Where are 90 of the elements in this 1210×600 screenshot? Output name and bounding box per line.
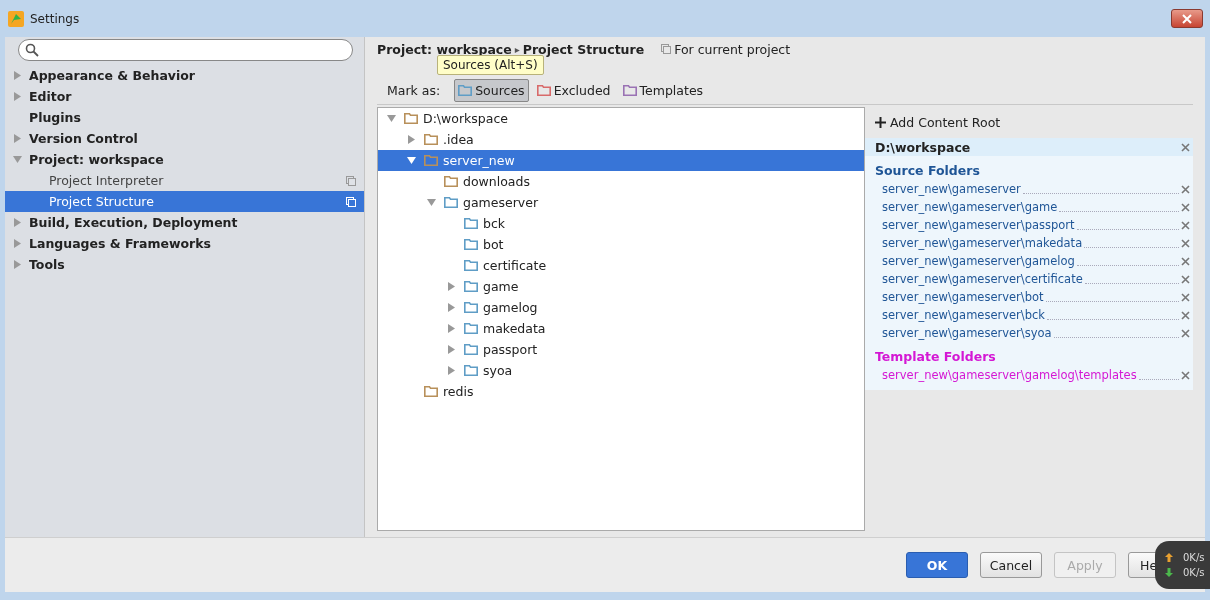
folder-path: server_new\gameserver\bot — [882, 290, 1044, 304]
content-root-path: D:\workspace — [875, 139, 971, 155]
download-arrow-icon — [1165, 568, 1173, 577]
breadcrumb-separator: ▸ — [514, 43, 520, 55]
sidebar-item[interactable]: Project Interpreter — [5, 170, 364, 191]
close-icon[interactable] — [1181, 274, 1190, 284]
app-logo-icon — [8, 10, 24, 27]
project-scope-icon — [661, 44, 672, 54]
scope-label: For current project — [674, 41, 791, 57]
tree-row[interactable]: gamelog — [378, 297, 864, 318]
close-icon[interactable] — [1181, 328, 1190, 338]
tree-row[interactable]: bot — [378, 234, 864, 255]
folder-group-title: Source Folders — [874, 162, 981, 180]
folder-path: server_new\gameserver\certificate — [882, 272, 1083, 286]
collapse-arrow-icon[interactable] — [12, 155, 22, 164]
close-icon[interactable] — [1181, 238, 1190, 248]
tree-row[interactable]: syoa — [378, 360, 864, 381]
folder-path: server_new\gameserver\syoa — [882, 326, 1052, 340]
close-icon[interactable] — [1181, 310, 1190, 320]
upload-arrow-icon — [1165, 553, 1173, 562]
upload-rate: 0K/s — [1183, 552, 1205, 563]
mark-as-button[interactable]: Templates — [618, 78, 708, 102]
search-icon — [25, 43, 39, 57]
project-scope-icon — [346, 175, 356, 186]
expand-arrow-icon[interactable] — [12, 92, 22, 101]
close-button[interactable] — [1171, 9, 1203, 28]
tree-row[interactable]: .idea — [378, 129, 864, 150]
expand-arrow-icon[interactable] — [12, 71, 22, 80]
search-field[interactable] — [18, 39, 353, 61]
sidebar-item[interactable]: Project Structure — [5, 191, 364, 212]
folder-path: server_new\gameserver — [882, 182, 1021, 196]
tree-row[interactable]: bck — [378, 213, 864, 234]
sidebar-item[interactable]: Editor — [5, 86, 364, 107]
expand-arrow-icon[interactable] — [446, 324, 456, 333]
dialog-button[interactable]: Cancel — [980, 552, 1042, 578]
folder-group-title: Template Folders — [874, 348, 997, 366]
expand-arrow-icon[interactable] — [446, 345, 456, 354]
dialog-button[interactable]: OK — [906, 552, 968, 578]
expand-arrow-icon[interactable] — [12, 218, 22, 227]
expand-arrow-icon[interactable] — [12, 134, 22, 143]
expand-arrow-icon[interactable] — [406, 135, 416, 144]
sidebar-item[interactable]: Version Control — [5, 128, 364, 149]
collapse-arrow-icon[interactable] — [426, 198, 436, 207]
folder-path: server_new\gameserver\gamelog — [882, 254, 1075, 268]
tree-row[interactable]: downloads — [378, 171, 864, 192]
folder-path: server_new\gameserver\bck — [882, 308, 1045, 322]
sidebar-item[interactable]: Appearance & Behavior — [5, 65, 364, 86]
close-icon[interactable] — [1181, 184, 1190, 194]
sidebar-item[interactable]: Tools — [5, 254, 364, 275]
mark-as-button[interactable]: Sources — [454, 78, 529, 102]
tree-row[interactable]: passport — [378, 339, 864, 360]
close-icon[interactable] — [1181, 370, 1190, 380]
close-icon — [1182, 13, 1192, 24]
tooltip: Sources (Alt+S) — [437, 55, 544, 75]
plus-icon — [875, 116, 886, 128]
sidebar-item[interactable]: Project: workspace — [5, 149, 364, 170]
folder-path: server_new\gameserver\game — [882, 200, 1058, 214]
folder-path: server_new\gameserver\passport — [882, 218, 1075, 232]
expand-arrow-icon[interactable] — [446, 366, 456, 375]
tree-row[interactable]: redis — [378, 381, 864, 402]
breadcrumb-parent: Project: workspace — [377, 41, 512, 57]
close-icon[interactable] — [1181, 256, 1190, 266]
expand-arrow-icon[interactable] — [12, 239, 22, 248]
sidebar-item[interactable]: Build, Execution, Deployment — [5, 212, 364, 233]
tree-row[interactable]: gameserver — [378, 192, 864, 213]
close-icon[interactable] — [1181, 202, 1190, 212]
tree-row[interactable]: certificate — [378, 255, 864, 276]
expand-arrow-icon[interactable] — [12, 260, 22, 269]
folder-path: server_new\gameserver\gamelog\templates — [882, 368, 1137, 382]
close-icon[interactable] — [1181, 292, 1190, 302]
mark-as-button[interactable]: Excluded — [532, 78, 615, 102]
breadcrumb-current: Project Structure — [522, 41, 645, 57]
window-title: Settings — [30, 11, 80, 26]
close-icon[interactable] — [1181, 142, 1190, 152]
download-rate: 0K/s — [1183, 567, 1205, 578]
mark-as-label: Mark as: — [387, 82, 441, 98]
sidebar-item[interactable]: Plugins — [5, 107, 364, 128]
folder-path: server_new\gameserver\makedata — [882, 236, 1083, 250]
close-icon[interactable] — [1181, 220, 1190, 230]
tree-row[interactable]: D:\workspace — [378, 108, 864, 129]
collapse-arrow-icon[interactable] — [406, 156, 416, 165]
add-content-root-button[interactable]: Add Content Root — [865, 111, 1193, 133]
expand-arrow-icon[interactable] — [446, 303, 456, 312]
sidebar-item[interactable]: Languages & Frameworks — [5, 233, 364, 254]
tree-row[interactable]: server_new — [378, 150, 864, 171]
tree-row[interactable]: makedata — [378, 318, 864, 339]
collapse-arrow-icon[interactable] — [386, 114, 396, 123]
expand-arrow-icon[interactable] — [446, 282, 456, 291]
tree-row[interactable]: game — [378, 276, 864, 297]
project-scope-icon — [346, 196, 356, 207]
